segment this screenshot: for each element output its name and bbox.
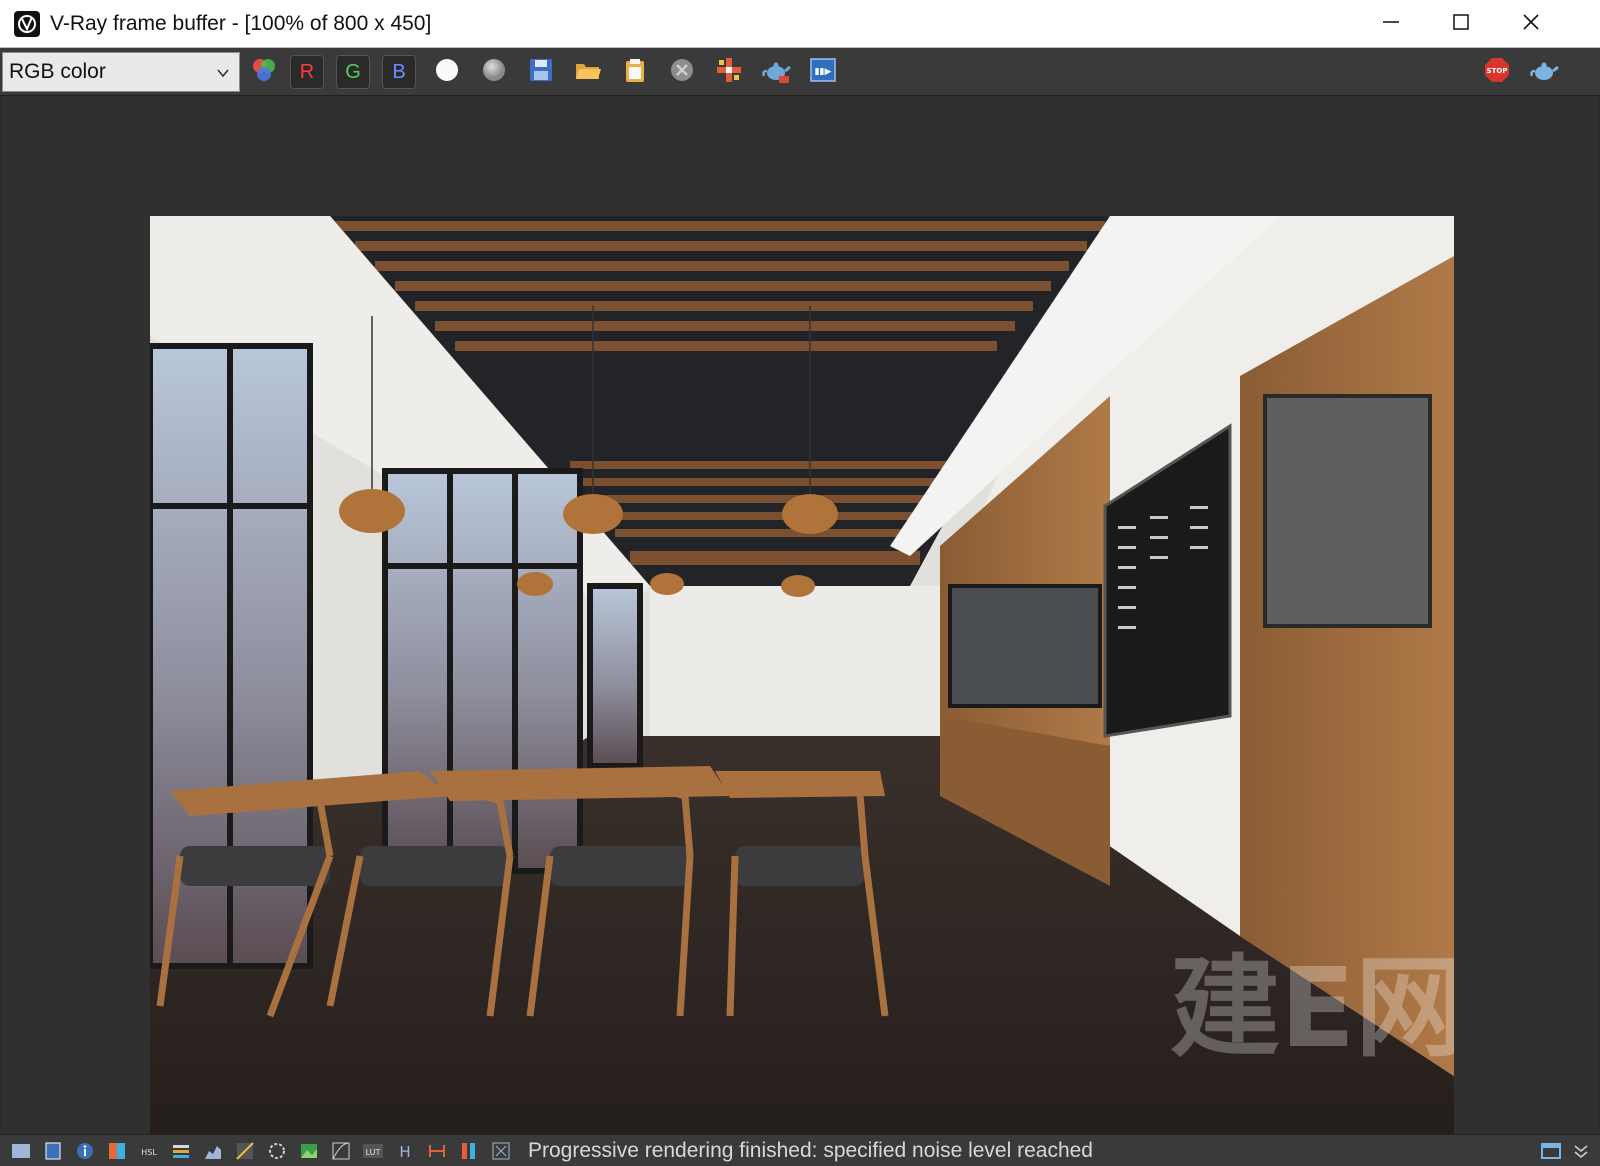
open-image-button[interactable] bbox=[571, 55, 605, 89]
channel-select-value: RGB color bbox=[9, 60, 106, 83]
minimize-icon bbox=[1382, 13, 1400, 36]
color-channels-button[interactable] bbox=[247, 55, 281, 89]
stereo-icon[interactable] bbox=[426, 1140, 448, 1162]
open-image-icon bbox=[574, 56, 602, 89]
status-message: Progressive rendering finished: specifie… bbox=[528, 1138, 1093, 1162]
color-channels-icon bbox=[250, 56, 278, 89]
maximize-icon bbox=[1452, 13, 1470, 36]
title-bar: V-Ray frame buffer - [100% of 800 x 450] bbox=[0, 0, 1600, 48]
curve-editor-icon[interactable] bbox=[330, 1140, 352, 1162]
lens-effects-icon[interactable] bbox=[266, 1140, 288, 1162]
stop-render-button[interactable]: STOP bbox=[1480, 55, 1514, 89]
exposure-icon[interactable] bbox=[234, 1140, 256, 1162]
svg-text:LUT: LUT bbox=[366, 1148, 381, 1157]
region-render-button[interactable]: ▮▮▶ bbox=[806, 55, 840, 89]
status-bar: HSL LUT H Progressive rendering finished… bbox=[0, 1134, 1600, 1166]
track-mouse-icon bbox=[715, 56, 743, 89]
toolbar: RGB color R G B ▮▮▶ STOP bbox=[0, 48, 1600, 96]
maximize-button[interactable] bbox=[1425, 0, 1497, 48]
close-button[interactable] bbox=[1495, 0, 1567, 48]
watermark-text: 建E网 bbox=[1170, 944, 1454, 1072]
clipboard-button[interactable] bbox=[618, 55, 652, 89]
svg-text:HSL: HSL bbox=[141, 1148, 157, 1157]
track-mouse-button[interactable] bbox=[712, 55, 746, 89]
levels-icon[interactable] bbox=[170, 1140, 192, 1162]
lut-icon[interactable]: LUT bbox=[362, 1140, 384, 1162]
snap-icon[interactable] bbox=[490, 1140, 512, 1162]
clear-image-icon bbox=[668, 56, 696, 89]
background-icon[interactable] bbox=[298, 1140, 320, 1162]
blue-channel-button[interactable]: B bbox=[382, 55, 416, 89]
white-point-button[interactable] bbox=[430, 55, 464, 89]
clear-image-button[interactable] bbox=[665, 55, 699, 89]
red-channel-button[interactable]: R bbox=[290, 55, 324, 89]
show-history-icon[interactable] bbox=[10, 1140, 32, 1162]
region-render-icon: ▮▮▶ bbox=[809, 56, 837, 89]
green-channel-button[interactable]: G bbox=[336, 55, 370, 89]
chevron-down-icon bbox=[215, 63, 231, 87]
restaurant-render-image: 建E网 bbox=[150, 216, 1454, 1166]
close-icon bbox=[1522, 13, 1540, 36]
h-icon[interactable]: H bbox=[394, 1140, 416, 1162]
render-last-icon bbox=[1529, 56, 1559, 89]
vray-logo-icon bbox=[14, 10, 40, 37]
svg-text:H: H bbox=[399, 1143, 410, 1161]
gray-point-icon bbox=[481, 57, 507, 88]
save-image-button[interactable] bbox=[524, 55, 558, 89]
render-teapot-icon bbox=[761, 56, 791, 89]
clipboard-icon bbox=[621, 56, 649, 89]
expand-icon[interactable] bbox=[1570, 1140, 1592, 1162]
rendered-image: 建E网 bbox=[150, 216, 1454, 1166]
frame-icon[interactable] bbox=[42, 1140, 64, 1162]
svg-text:STOP: STOP bbox=[1487, 67, 1508, 75]
vfb-settings-icon[interactable] bbox=[1540, 1140, 1562, 1162]
save-image-icon bbox=[527, 56, 555, 89]
compare-icon[interactable] bbox=[458, 1140, 480, 1162]
stop-render-icon: STOP bbox=[1483, 56, 1511, 89]
curve-icon[interactable] bbox=[202, 1140, 224, 1162]
svg-text:▮▮▶: ▮▮▶ bbox=[815, 67, 832, 77]
render-last-button[interactable] bbox=[1527, 55, 1561, 89]
window-title: V-Ray frame buffer - [100% of 800 x 450] bbox=[50, 11, 432, 35]
render-viewport[interactable]: 建E网 bbox=[2, 96, 1598, 1166]
gray-point-button[interactable] bbox=[477, 55, 511, 89]
channel-select[interactable]: RGB color bbox=[2, 52, 240, 92]
minimize-button[interactable] bbox=[1355, 0, 1427, 48]
render-teapot-button[interactable] bbox=[759, 55, 793, 89]
white-point-icon bbox=[434, 57, 460, 88]
info-icon[interactable] bbox=[74, 1140, 96, 1162]
color-correction-icon[interactable] bbox=[106, 1140, 128, 1162]
hsl-icon[interactable]: HSL bbox=[138, 1140, 160, 1162]
